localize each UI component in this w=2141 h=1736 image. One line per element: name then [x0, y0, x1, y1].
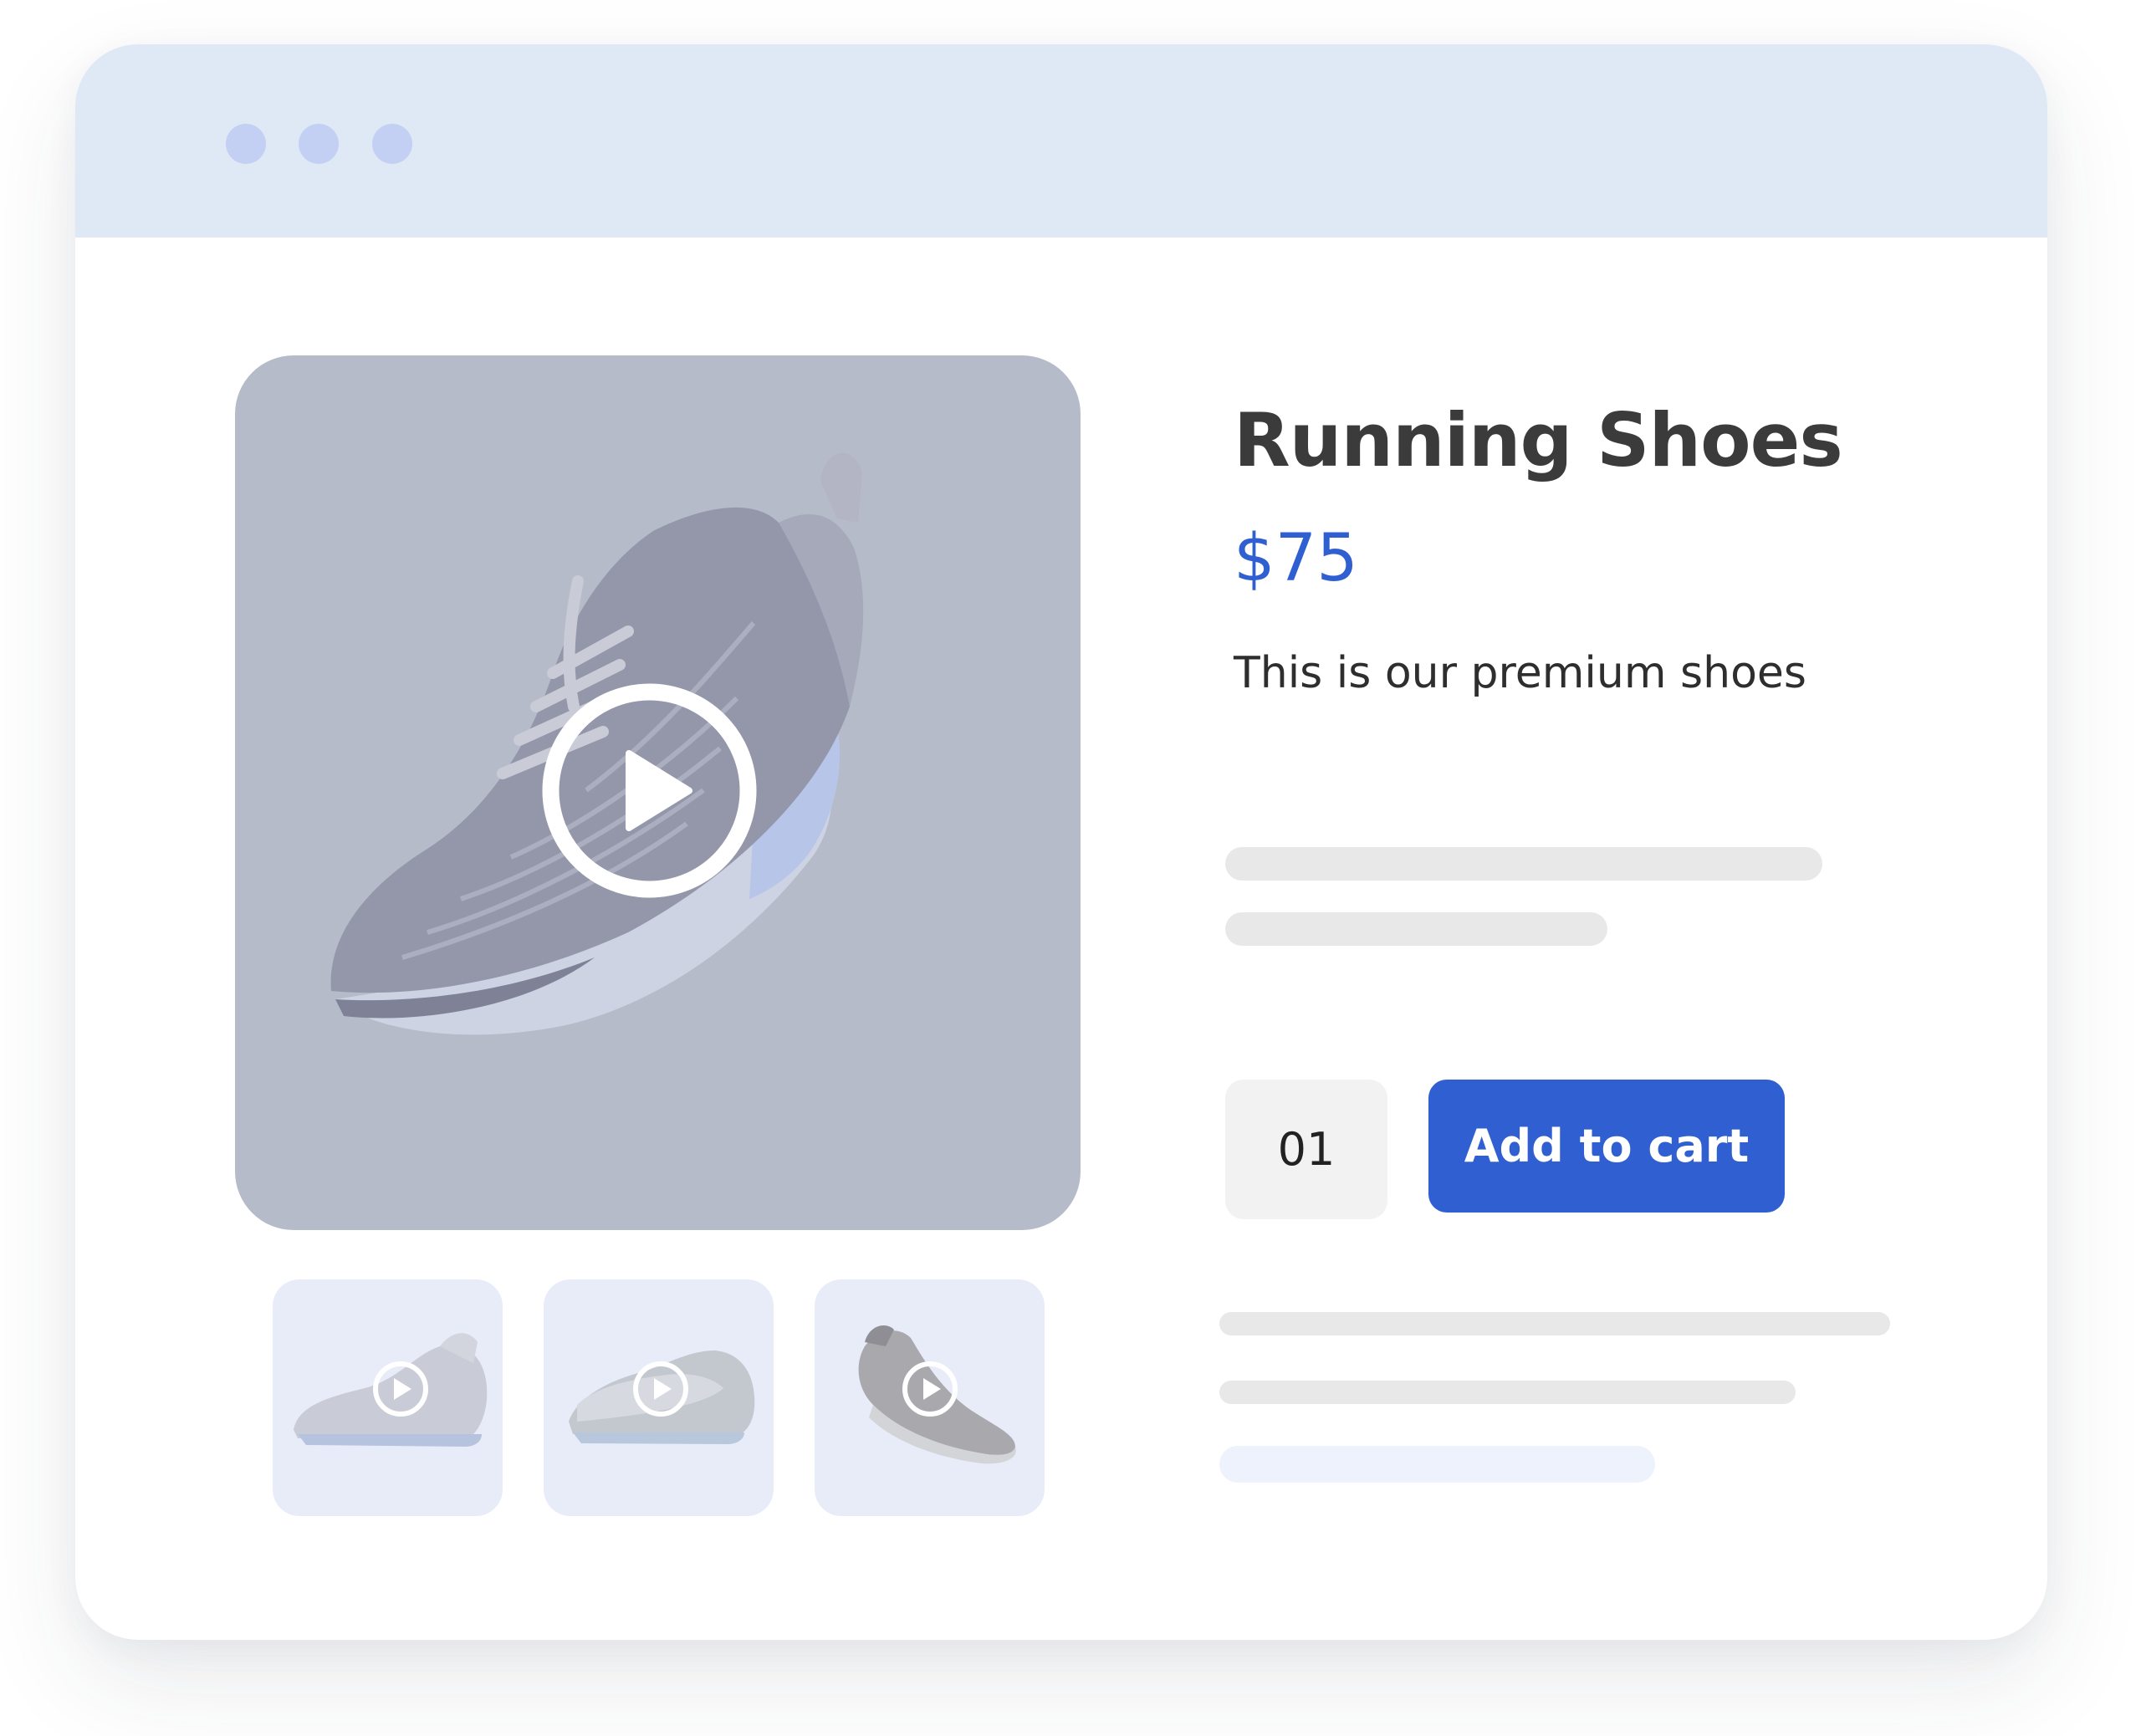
placeholder-line — [1219, 1312, 1890, 1335]
main-product-video[interactable] — [235, 355, 1081, 1230]
product-price: $75 — [1234, 521, 1358, 596]
placeholder-line — [1225, 912, 1607, 946]
add-to-cart-button[interactable]: Add to cart — [1428, 1080, 1785, 1213]
window-control-dot[interactable] — [372, 124, 412, 164]
browser-window: Running Shoes $75 This is our premium sh… — [75, 44, 2047, 1640]
window-control-dot[interactable] — [226, 124, 266, 164]
placeholder-link-line — [1219, 1446, 1655, 1483]
play-icon[interactable] — [539, 680, 760, 901]
placeholder-line — [1219, 1381, 1796, 1404]
play-icon[interactable] — [636, 1364, 686, 1414]
play-icon[interactable] — [376, 1364, 426, 1414]
product-title: Running Shoes — [1234, 397, 1843, 483]
product-description: This is our premium shoes — [1234, 648, 1806, 698]
quantity-field[interactable]: 01 — [1225, 1080, 1387, 1219]
window-control-dot[interactable] — [299, 124, 339, 164]
thumbnail-video-1[interactable] — [273, 1279, 503, 1516]
thumbnail-video-2[interactable] — [544, 1279, 774, 1516]
thumbnail-video-3[interactable] — [815, 1279, 1045, 1516]
placeholder-line — [1225, 847, 1822, 881]
play-icon[interactable] — [905, 1364, 955, 1414]
window-titlebar — [75, 44, 2047, 237]
